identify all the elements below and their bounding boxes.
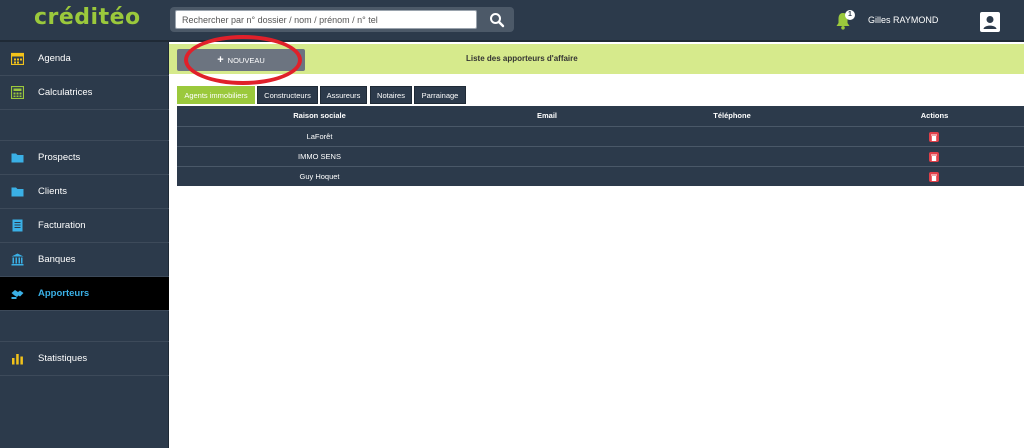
- calendar-icon: [11, 52, 24, 65]
- tab-assureurs[interactable]: Assureurs: [320, 86, 367, 104]
- cell-raison-sociale: LaForêt: [306, 132, 333, 141]
- folder-icon: [11, 153, 24, 163]
- sidebar-item-clients[interactable]: Clients: [0, 175, 169, 209]
- sidebar-item-label: Prospects: [38, 152, 81, 163]
- handshake-icon: [11, 290, 24, 299]
- invoice-icon: [12, 219, 23, 232]
- delete-button[interactable]: [929, 172, 939, 182]
- cell-raison-sociale: Guy Hoquet: [299, 172, 340, 181]
- trash-icon: [931, 174, 937, 181]
- new-button-label: NOUVEAU: [227, 55, 265, 65]
- delete-button[interactable]: [929, 152, 939, 162]
- sidebar-item-label: Apporteurs: [38, 288, 90, 299]
- table-row[interactable]: IMMO SENS: [177, 146, 1024, 166]
- sidebar-item-prospects[interactable]: Prospects: [0, 141, 169, 175]
- sidebar-item-statistiques[interactable]: Statistiques: [0, 342, 169, 376]
- cell-telephone: [632, 147, 832, 167]
- sidebar-item-label: Banques: [38, 254, 76, 265]
- sidebar-spacer: [0, 311, 169, 342]
- cell-email: [462, 127, 632, 147]
- column-header-email[interactable]: Email: [462, 106, 632, 126]
- tab-notaires[interactable]: Notaires: [370, 86, 412, 104]
- search-bar: [170, 7, 514, 32]
- new-button[interactable]: + NOUVEAU: [177, 49, 305, 71]
- cell-telephone: [632, 127, 832, 147]
- trash-icon: [931, 134, 937, 141]
- column-header-telephone[interactable]: Téléphone: [632, 106, 832, 126]
- user-name[interactable]: Gilles RAYMOND: [868, 15, 938, 25]
- tab-constructeurs[interactable]: Constructeurs: [257, 86, 318, 104]
- cell-raison-sociale: IMMO SENS: [298, 152, 341, 161]
- sidebar-item-label: Calculatrices: [38, 87, 93, 98]
- page-title: Liste des apporteurs d'affaire: [466, 54, 578, 63]
- cell-email: [462, 167, 632, 187]
- plus-icon: +: [217, 53, 224, 66]
- sidebar-item-label: Agenda: [38, 53, 71, 64]
- cell-telephone: [632, 167, 832, 187]
- top-header: créditéo 1 Gilles RAYMOND: [0, 0, 1024, 42]
- bank-icon: [11, 253, 24, 266]
- tab-parrainage[interactable]: Parrainage: [414, 86, 466, 104]
- folder-icon: [11, 187, 24, 197]
- app-logo[interactable]: créditéo: [34, 5, 141, 30]
- table-row[interactable]: LaForêt: [177, 126, 1024, 146]
- column-header-actions: Actions: [920, 111, 949, 120]
- calculator-icon: [11, 86, 24, 99]
- sidebar-item-label: Clients: [38, 186, 68, 197]
- sidebar: Agenda Calculatrices Prospects Clients F…: [0, 42, 169, 448]
- notification-badge: 1: [845, 10, 855, 20]
- sidebar-item-agenda[interactable]: Agenda: [0, 42, 169, 76]
- sidebar-spacer: [0, 110, 169, 141]
- tab-agents-immobiliers[interactable]: Agents immobiliers: [177, 86, 255, 104]
- sidebar-item-calculatrices[interactable]: Calculatrices: [0, 76, 169, 110]
- column-header-raison-sociale[interactable]: Raison sociale: [177, 106, 462, 126]
- cell-email: [462, 147, 632, 167]
- sidebar-item-facturation[interactable]: Facturation: [0, 209, 169, 243]
- search-input[interactable]: [175, 10, 477, 29]
- table-row[interactable]: Guy Hoquet: [177, 166, 1024, 186]
- sidebar-item-label: Facturation: [38, 220, 86, 231]
- user-avatar-icon[interactable]: [980, 12, 1000, 32]
- table-header: Raison sociale Email Téléphone Actions: [177, 106, 1024, 126]
- bar-chart-icon: [12, 354, 23, 365]
- delete-button[interactable]: [929, 132, 939, 142]
- sidebar-item-banques[interactable]: Banques: [0, 243, 169, 277]
- search-button[interactable]: [480, 7, 514, 32]
- search-icon: [490, 12, 505, 27]
- sidebar-item-apporteurs[interactable]: Apporteurs: [0, 277, 169, 311]
- sidebar-item-label: Statistiques: [38, 353, 88, 364]
- trash-icon: [931, 154, 937, 161]
